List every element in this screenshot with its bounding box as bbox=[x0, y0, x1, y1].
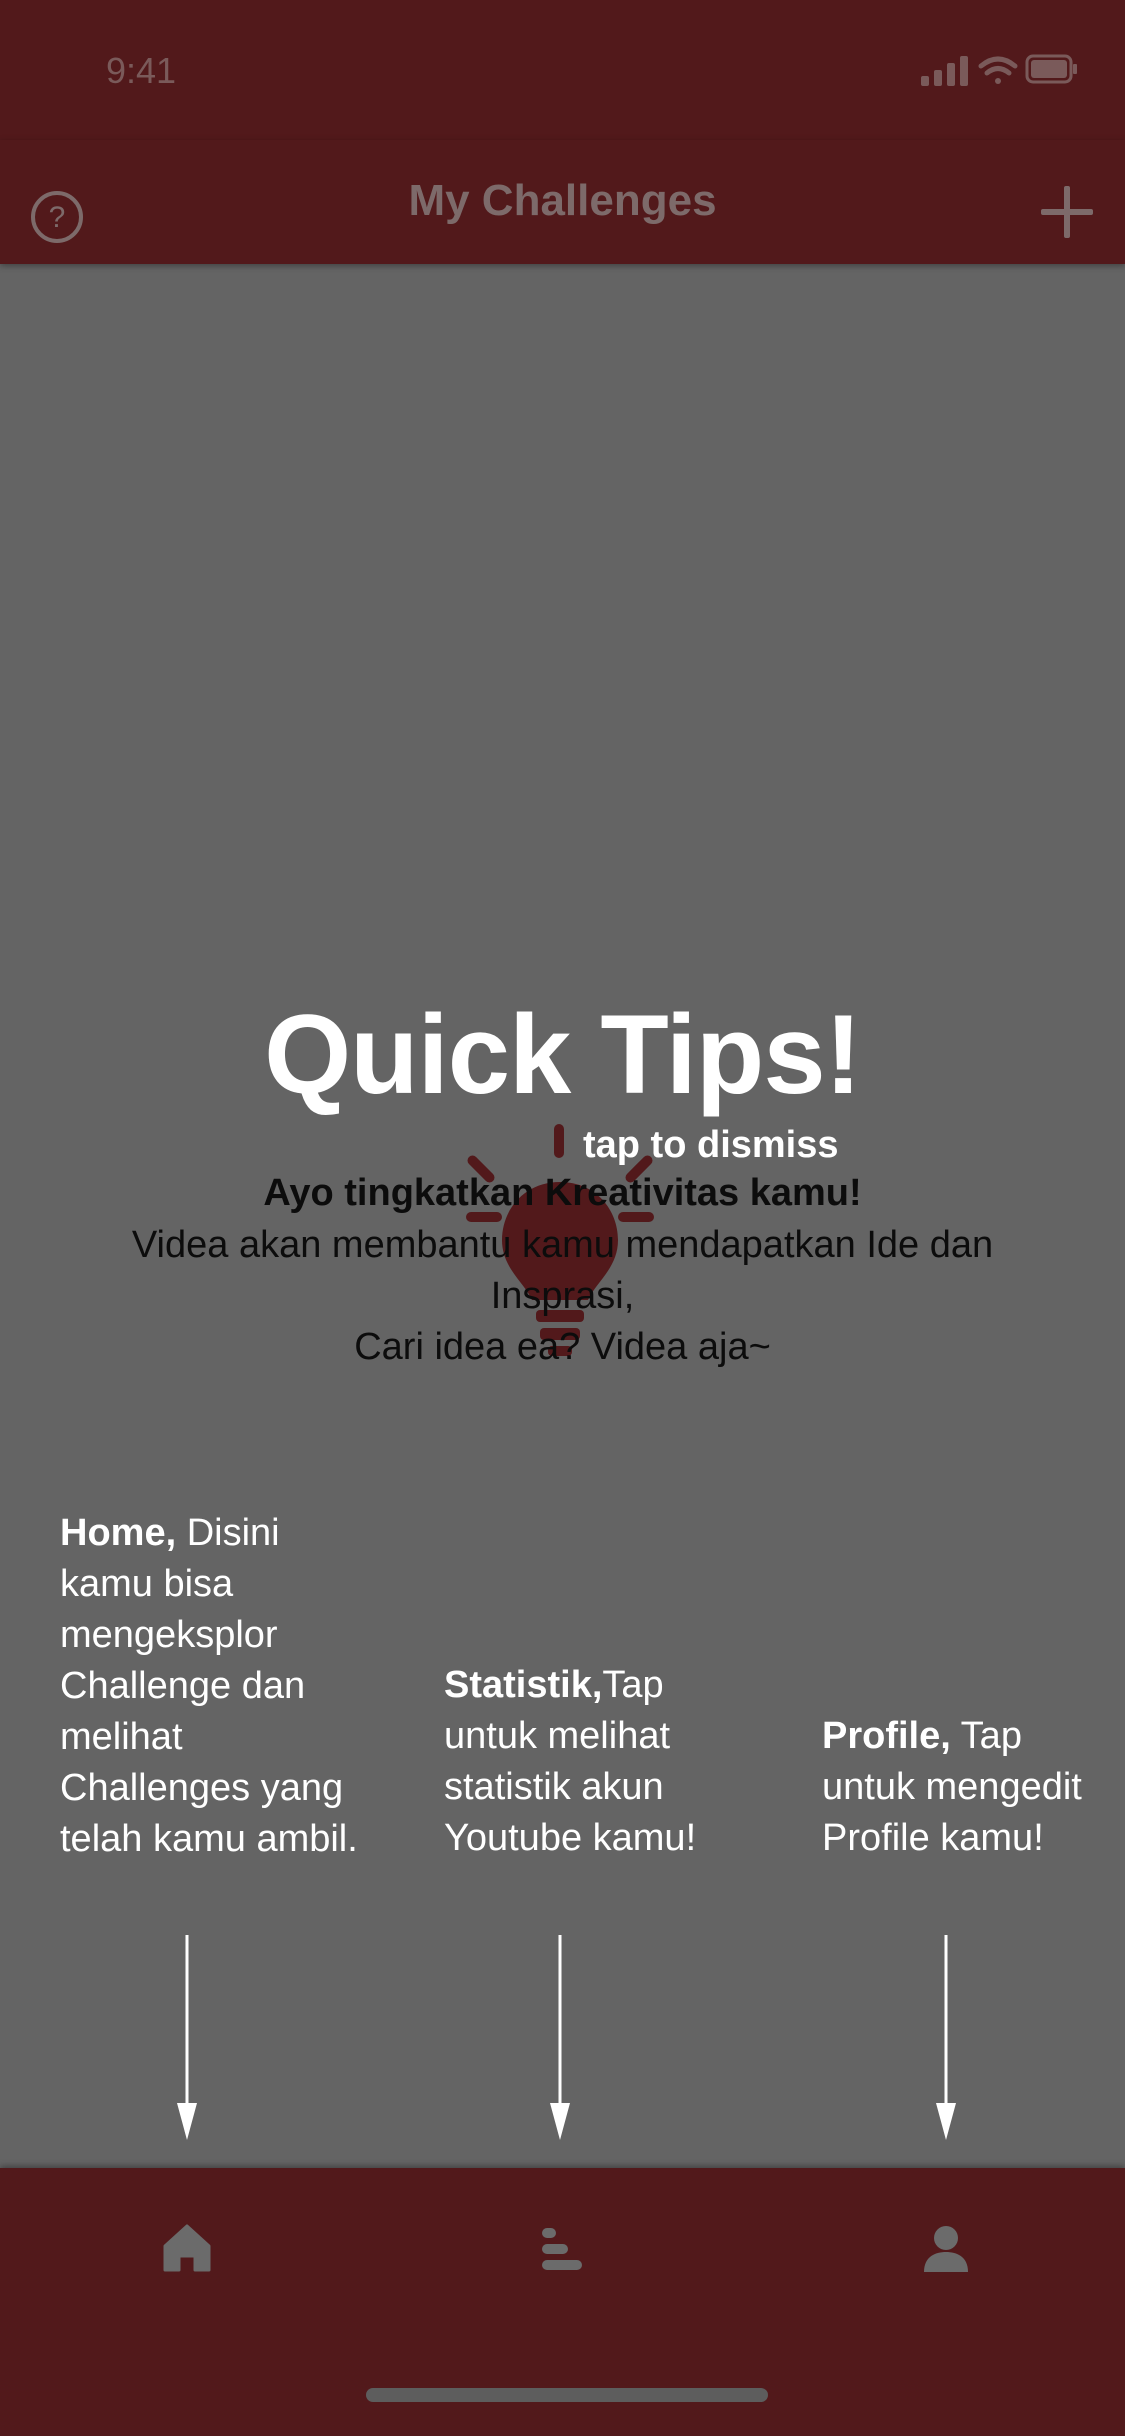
tip-profile: Profile, Tap untuk mengedit Profile kamu… bbox=[822, 1711, 1112, 1864]
tap-to-dismiss-label[interactable]: tap to dismiss bbox=[583, 1124, 839, 1167]
tips-body-line2: Cari idea ea? Videa aja~ bbox=[354, 1326, 771, 1368]
arrow-down-icon bbox=[936, 1935, 956, 2140]
navigation-bar: ? My Challenges bbox=[0, 140, 1125, 264]
tip-statistik: Statistik,Tap untuk melihat statistik ak… bbox=[444, 1660, 724, 1864]
tip-profile-title: Profile, bbox=[822, 1715, 951, 1757]
plus-icon bbox=[1041, 186, 1093, 238]
tips-body: Videa akan membantu kamu mendapatkan Ide… bbox=[60, 1220, 1065, 1373]
status-icons bbox=[881, 50, 1081, 90]
quick-tips-title: Quick Tips! bbox=[264, 992, 862, 1117]
quick-tips-overlay[interactable] bbox=[0, 264, 1125, 2168]
tab-home[interactable] bbox=[137, 2208, 237, 2288]
wifi-icon bbox=[978, 56, 1018, 84]
tab-bar bbox=[0, 2168, 1125, 2436]
status-bar: 9:41 bbox=[0, 0, 1125, 140]
tab-statistik[interactable] bbox=[512, 2208, 612, 2288]
tab-profile[interactable] bbox=[896, 2208, 996, 2288]
tip-home-title: Home, bbox=[60, 1512, 177, 1554]
arrow-down-icon bbox=[550, 1935, 570, 2140]
page-title: My Challenges bbox=[408, 176, 717, 225]
battery-icon bbox=[1025, 54, 1077, 84]
tips-headline: Ayo tingkatkan Kreativitas kamu! bbox=[263, 1172, 862, 1214]
signal-icon bbox=[921, 56, 968, 86]
tip-home: Home, Disini kamu bisa mengeksplor Chall… bbox=[60, 1508, 360, 1865]
profile-icon bbox=[924, 2226, 968, 2272]
statistics-icon bbox=[542, 2228, 582, 2270]
tip-statistik-title: Statistik, bbox=[444, 1664, 603, 1706]
tip-home-text: Disini kamu bisa mengeksplor Challenge d… bbox=[60, 1512, 358, 1860]
status-time: 9:41 bbox=[106, 50, 177, 91]
tips-body-line1: Videa akan membantu kamu mendapatkan Ide… bbox=[131, 1224, 994, 1317]
arrow-down-icon bbox=[177, 1935, 197, 2140]
home-indicator[interactable] bbox=[366, 2388, 768, 2402]
add-challenge-button[interactable] bbox=[1039, 184, 1095, 240]
home-icon bbox=[163, 2224, 211, 2272]
